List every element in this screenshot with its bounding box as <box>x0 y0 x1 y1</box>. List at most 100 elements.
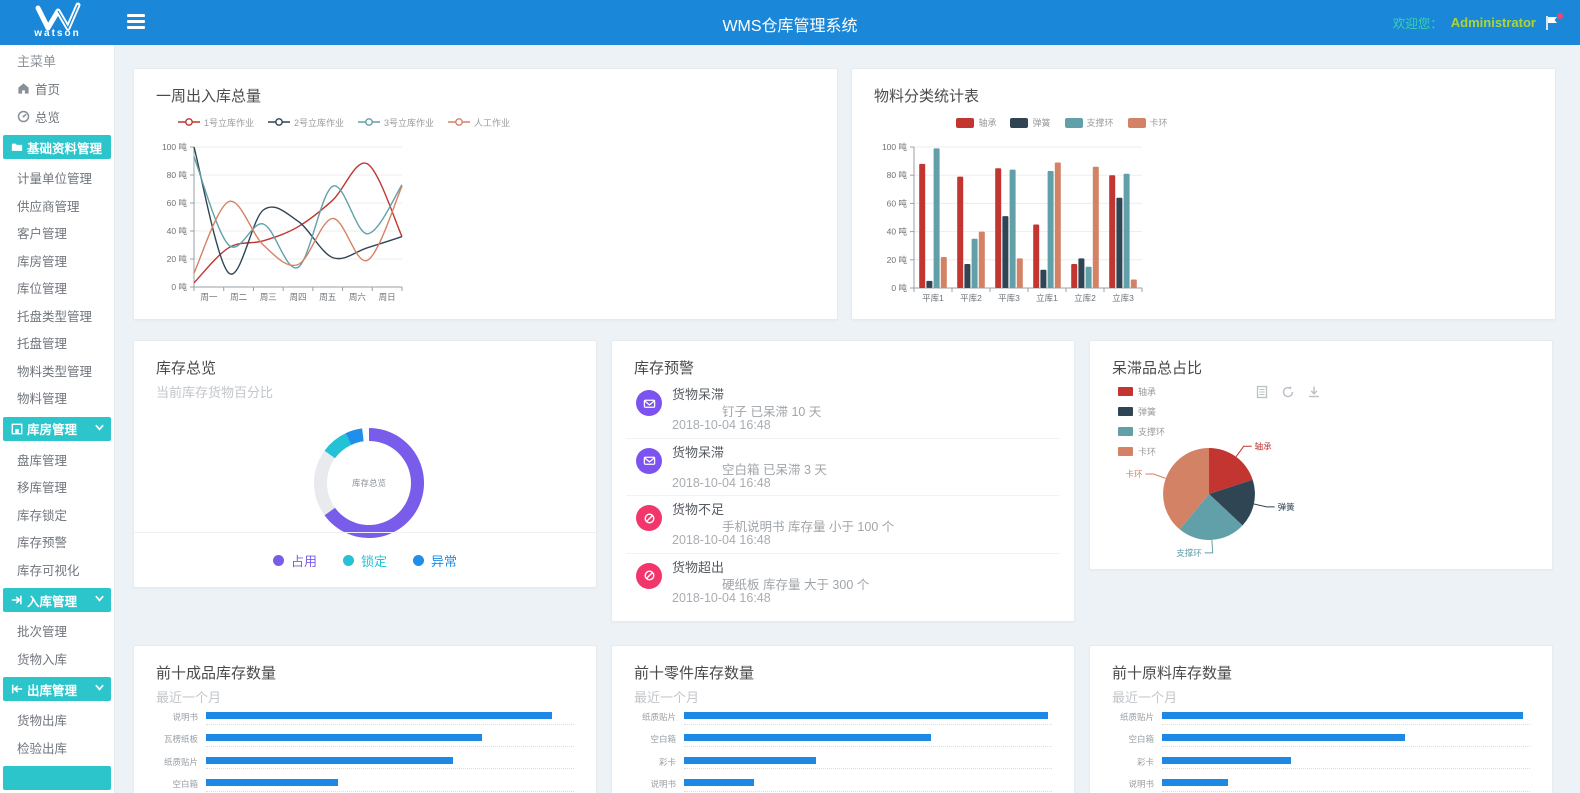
sidebar-item-总览[interactable]: 总览 <box>0 103 114 131</box>
legend-item-弹簧[interactable]: 弹簧 <box>1010 116 1050 129</box>
pie-toolbar <box>1255 385 1321 399</box>
sidebar-group-label: 出库管理 <box>27 680 77 699</box>
pie-legend-item-弹簧[interactable]: 弹簧 <box>1118 405 1165 418</box>
alert-item-货物呆滞[interactable]: 货物呆滞钉子 已呆滞 10 天2018-10-04 16:48 <box>626 381 1060 439</box>
sidebar-item-检验出库[interactable]: 检验出库 <box>0 734 114 762</box>
donut-legend-item-异常[interactable]: 异常 <box>413 551 457 570</box>
hbar-row-彩卡: 彩卡 <box>1090 753 1552 775</box>
legend-item-支撑环[interactable]: 支撑环 <box>1065 116 1114 129</box>
card-top-parts: 前十零件库存数量 最近一个月 纸质贴片空白箱彩卡说明书 <box>611 645 1075 793</box>
sidebar-item-首页[interactable]: 首页 <box>0 75 114 103</box>
sidebar-item-label: 库存可视化 <box>17 560 80 579</box>
sidebar-item-货物出库[interactable]: 货物出库 <box>0 706 114 734</box>
sidebar-item-物料类型管理[interactable]: 物料类型管理 <box>0 357 114 385</box>
refresh-icon[interactable] <box>1281 385 1295 399</box>
hbar-bar[interactable] <box>1162 734 1405 741</box>
sidebar-item-批次管理[interactable]: 批次管理 <box>0 617 114 645</box>
hbar-gridline <box>206 768 574 769</box>
legend-label: 轴承 <box>978 116 996 129</box>
hbar-bar[interactable] <box>206 734 482 741</box>
pie-legend-item-卡环[interactable]: 卡环 <box>1118 445 1165 458</box>
notification-flag-icon[interactable] <box>1544 15 1562 31</box>
hbar-bar[interactable] <box>1162 712 1523 719</box>
legend-item-人工作业[interactable]: 人工作业 <box>448 116 510 129</box>
sidebar-item-库存锁定[interactable]: 库存锁定 <box>0 501 114 529</box>
sidebar-item-托盘类型管理[interactable]: 托盘类型管理 <box>0 302 114 330</box>
hbar-bar[interactable] <box>1162 779 1228 786</box>
svg-text:40 吨: 40 吨 <box>887 227 908 237</box>
hbar-bar[interactable] <box>206 757 453 764</box>
sidebar-item-计量单位管理[interactable]: 计量单位管理 <box>0 164 114 192</box>
donut-legend-item-锁定[interactable]: 锁定 <box>343 551 387 570</box>
sidebar-item-盘库管理[interactable]: 盘库管理 <box>0 446 114 474</box>
hbar-label: 空白箱 <box>1094 733 1154 745</box>
sidebar-item-label: 检验出库 <box>17 738 67 757</box>
dashboard-main: 一周出入库总量 1号立库作业2号立库作业3号立库作业人工作业 0 吨20 吨40… <box>115 45 1580 793</box>
card-title-alerts: 库存预警 <box>612 341 1074 378</box>
pie-legend-label: 支撑环 <box>1138 425 1165 438</box>
chevron-down-icon <box>94 593 105 607</box>
warehouse-icon <box>11 423 23 435</box>
sidebar-item-客户管理[interactable]: 客户管理 <box>0 219 114 247</box>
donut-legend-item-占用[interactable]: 占用 <box>273 551 317 570</box>
sidebar-group-partial[interactable] <box>3 766 111 790</box>
sidebar-nav: 主菜单首页总览基础资料管理计量单位管理供应商管理客户管理库房管理库位管理托盘类型… <box>0 45 115 793</box>
hbar-label: 纸质贴片 <box>1094 711 1154 723</box>
hbar-track <box>206 757 574 764</box>
user-area: 欢迎您： Administrator <box>1393 13 1562 32</box>
hbar-bar[interactable] <box>684 757 816 764</box>
sidebar-item-label: 货物出库 <box>17 710 67 729</box>
overview-icon <box>17 110 30 123</box>
sidebar-item-移库管理[interactable]: 移库管理 <box>0 473 114 501</box>
data-view-icon[interactable] <box>1255 385 1269 399</box>
hbar-bar[interactable] <box>684 712 1048 719</box>
envelope-icon <box>636 448 662 474</box>
alert-item-货物超出[interactable]: 货物超出硬纸板 库存量 大于 300 个2018-10-04 16:48 <box>626 554 1060 612</box>
sidebar-group-出库管理[interactable]: 出库管理 <box>3 677 111 701</box>
pie-legend-item-支撑环[interactable]: 支撑环 <box>1118 425 1165 438</box>
svg-text:周六: 周六 <box>349 292 367 302</box>
legend-label: 弹簧 <box>1032 116 1050 129</box>
svg-text:周日: 周日 <box>379 292 396 302</box>
alert-item-货物不足[interactable]: 货物不足手机说明书 库存量 小于 100 个2018-10-04 16:48 <box>626 496 1060 554</box>
hbar-row-纸质贴片: 纸质贴片 <box>134 753 596 775</box>
hbar-bar[interactable] <box>684 779 754 786</box>
sidebar-group-入库管理[interactable]: 入库管理 <box>3 588 111 612</box>
hbar-track <box>206 734 574 741</box>
sidebar-item-库位管理[interactable]: 库位管理 <box>0 274 114 302</box>
pie-legend-item-轴承[interactable]: 轴承 <box>1118 385 1165 398</box>
pie-slice-轴承 <box>1209 448 1253 494</box>
legend-item-轴承[interactable]: 轴承 <box>956 116 996 129</box>
sidebar-group-库房管理[interactable]: 库房管理 <box>3 417 111 441</box>
sidebar-group-基础资料管理[interactable]: 基础资料管理 <box>3 135 111 159</box>
sidebar-item-库房管理[interactable]: 库房管理 <box>0 247 114 275</box>
card-inventory-overview: 库存总览 当前库存货物百分比 库存总览 占用锁定异常 <box>133 340 597 588</box>
sidebar-item-供应商管理[interactable]: 供应商管理 <box>0 192 114 220</box>
sidebar-item-label: 移库管理 <box>17 477 67 496</box>
sidebar-group-label: 入库管理 <box>27 591 77 610</box>
svg-text:立库2: 立库2 <box>1074 293 1096 303</box>
sidebar-item-库存预警[interactable]: 库存预警 <box>0 528 114 556</box>
sidebar-item-物料管理[interactable]: 物料管理 <box>0 384 114 412</box>
sidebar-item-货物入库[interactable]: 货物入库 <box>0 645 114 673</box>
svg-text:库存总览: 库存总览 <box>352 478 386 488</box>
donut-slice-free <box>314 451 335 516</box>
legend-item-3号立库作业[interactable]: 3号立库作业 <box>358 116 434 129</box>
hbar-bar[interactable] <box>206 712 552 719</box>
download-icon[interactable] <box>1307 385 1321 399</box>
alert-item-货物呆滞[interactable]: 货物呆滞空白箱 已呆滞 3 天2018-10-04 16:48 <box>626 439 1060 497</box>
hbar-bar[interactable] <box>1162 757 1291 764</box>
legend-item-卡环[interactable]: 卡环 <box>1128 116 1168 129</box>
sidebar-item-label: 库存预警 <box>17 532 67 551</box>
username[interactable]: Administrator <box>1451 15 1536 30</box>
pie-callout-label-轴承: 轴承 <box>1255 441 1273 451</box>
sidebar-item-库存可视化[interactable]: 库存可视化 <box>0 556 114 584</box>
hbar-row-彩卡: 彩卡 <box>612 753 1074 775</box>
hbar-bar[interactable] <box>684 734 931 741</box>
hbar-row-纸质贴片: 纸质贴片 <box>1090 708 1552 730</box>
hbar-bar[interactable] <box>206 779 338 786</box>
legend-item-1号立库作业[interactable]: 1号立库作业 <box>178 116 254 129</box>
card-title-overview: 库存总览 <box>134 341 596 378</box>
legend-item-2号立库作业[interactable]: 2号立库作业 <box>268 116 344 129</box>
sidebar-item-托盘管理[interactable]: 托盘管理 <box>0 329 114 357</box>
